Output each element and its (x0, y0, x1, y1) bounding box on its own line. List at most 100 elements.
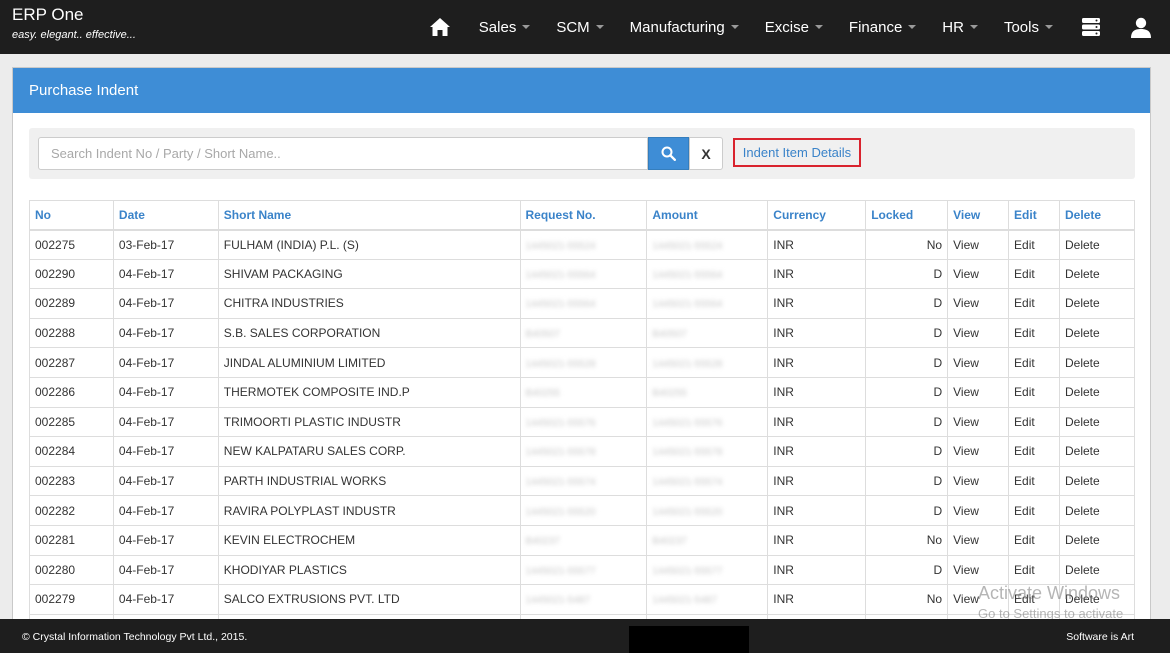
edit-link[interactable]: Edit (1008, 376, 1060, 408)
delete-link[interactable]: Delete (1059, 376, 1135, 408)
view-link[interactable]: View (947, 584, 1010, 615)
edit-link[interactable]: Edit (1008, 229, 1060, 260)
delete-link[interactable]: Delete (1059, 584, 1135, 615)
nav-manufacturing[interactable]: Manufacturing (617, 0, 752, 54)
col-header-date[interactable]: Date (112, 200, 219, 231)
edit-link[interactable]: Edit (1008, 288, 1060, 319)
cell-locked: D (865, 376, 949, 408)
cell-amount: B40255 (646, 376, 769, 408)
indent-item-details-link[interactable]: Indent Item Details (733, 138, 861, 167)
cell-amount: 1445021-5487 (646, 584, 769, 615)
col-header-request-no[interactable]: Request No. (519, 200, 648, 231)
clear-search-button[interactable]: X (689, 137, 723, 170)
nav-excise[interactable]: Excise (752, 0, 836, 54)
cell-amount: 1445021-55577 (646, 554, 769, 586)
search-button[interactable] (648, 137, 689, 170)
view-link[interactable]: View (947, 406, 1010, 438)
view-link[interactable]: View (947, 288, 1010, 319)
cell-request-no: 1445021-55524 (519, 229, 648, 260)
edit-link[interactable]: Edit (1008, 495, 1060, 526)
view-link[interactable]: View (947, 229, 1010, 260)
cell-locked: D (865, 258, 949, 290)
edit-link[interactable]: Edit (1008, 436, 1060, 467)
col-header-currency[interactable]: Currency (767, 200, 867, 231)
view-link[interactable]: View (947, 524, 1010, 556)
user-icon (1131, 17, 1151, 38)
edit-link[interactable]: Edit (1008, 554, 1060, 586)
view-link[interactable]: View (947, 258, 1010, 290)
cell-locked: D (865, 554, 949, 586)
edit-link[interactable]: Edit (1008, 465, 1060, 497)
cell-no: 002281 (29, 524, 114, 556)
cell-date: 04-Feb-17 (112, 436, 219, 467)
cell-amount: 1445021-55576 (646, 406, 769, 438)
cell-currency: INR (767, 376, 867, 408)
cell-currency: INR (767, 495, 867, 526)
nav-tools[interactable]: Tools (991, 0, 1066, 54)
cell-request-no: 1445021-55564 (519, 288, 648, 319)
chevron-down-icon (522, 25, 531, 29)
redacted-block (629, 626, 749, 653)
cell-no: 002279 (29, 584, 114, 615)
cell-no: 002284 (29, 436, 114, 467)
brand[interactable]: ERP One easy. elegant.. effective... (12, 5, 136, 41)
delete-link[interactable]: Delete (1059, 495, 1135, 526)
view-link[interactable]: View (947, 317, 1010, 349)
table-row: 002287 04-Feb-17 JINDAL ALUMINIUM LIMITED 1… (29, 347, 1135, 378)
edit-link[interactable]: Edit (1008, 584, 1060, 615)
chevron-down-icon (814, 25, 823, 29)
delete-link[interactable]: Delete (1059, 406, 1135, 438)
col-header-no[interactable]: No (29, 200, 114, 231)
table-row: 002275 03-Feb-17 FULHAM (INDIA) P.L. (S) 14… (29, 229, 1135, 260)
home-button[interactable] (414, 0, 466, 54)
view-link[interactable]: View (947, 465, 1010, 497)
edit-link[interactable]: Edit (1008, 317, 1060, 349)
cell-short-name: S.B. SALES CORPORATION (217, 317, 521, 349)
cell-amount: B40237 (646, 524, 769, 556)
nav-scm[interactable]: SCM (543, 0, 616, 54)
search-input[interactable] (38, 137, 648, 170)
nav-hr[interactable]: HR (929, 0, 991, 54)
delete-link[interactable]: Delete (1059, 436, 1135, 467)
chevron-down-icon (969, 25, 978, 29)
delete-link[interactable]: Delete (1059, 465, 1135, 497)
view-link[interactable]: View (947, 554, 1010, 586)
delete-link[interactable]: Delete (1059, 554, 1135, 586)
delete-link[interactable]: Delete (1059, 258, 1135, 290)
cell-currency: INR (767, 554, 867, 586)
cell-currency: INR (767, 436, 867, 467)
edit-link[interactable]: Edit (1008, 524, 1060, 556)
col-header-amount[interactable]: Amount (646, 200, 769, 231)
chevron-down-icon (908, 25, 917, 29)
edit-link[interactable]: Edit (1008, 258, 1060, 290)
chevron-down-icon (595, 25, 604, 29)
user-menu-button[interactable] (1116, 0, 1166, 54)
cell-amount: 1445021-55564 (646, 258, 769, 290)
col-header-delete: Delete (1059, 200, 1135, 231)
view-link[interactable]: View (947, 376, 1010, 408)
panel-title: Purchase Indent (13, 68, 1150, 113)
edit-link[interactable]: Edit (1008, 406, 1060, 438)
delete-link[interactable]: Delete (1059, 524, 1135, 556)
view-link[interactable]: View (947, 347, 1010, 378)
view-link[interactable]: View (947, 436, 1010, 467)
cell-currency: INR (767, 406, 867, 438)
delete-link[interactable]: Delete (1059, 288, 1135, 319)
cell-date: 04-Feb-17 (112, 288, 219, 319)
cell-amount: 1445021-55528 (646, 347, 769, 378)
view-link[interactable]: View (947, 495, 1010, 526)
database-button[interactable] (1066, 0, 1116, 54)
col-header-short-name[interactable]: Short Name (217, 200, 521, 231)
edit-link[interactable]: Edit (1008, 347, 1060, 378)
delete-link[interactable]: Delete (1059, 347, 1135, 378)
delete-link[interactable]: Delete (1059, 317, 1135, 349)
cell-short-name: TRIMOORTI PLASTIC INDUSTR (217, 406, 521, 438)
footer: © Crystal Information Technology Pvt Ltd… (0, 619, 1170, 653)
col-header-locked[interactable]: Locked (865, 200, 949, 231)
nav-finance[interactable]: Finance (836, 0, 929, 54)
cell-currency: INR (767, 258, 867, 290)
home-icon (429, 18, 450, 36)
nav-sales[interactable]: Sales (466, 0, 544, 54)
cell-short-name: RAVIRA POLYPLAST INDUSTR (217, 495, 521, 526)
delete-link[interactable]: Delete (1059, 229, 1135, 260)
